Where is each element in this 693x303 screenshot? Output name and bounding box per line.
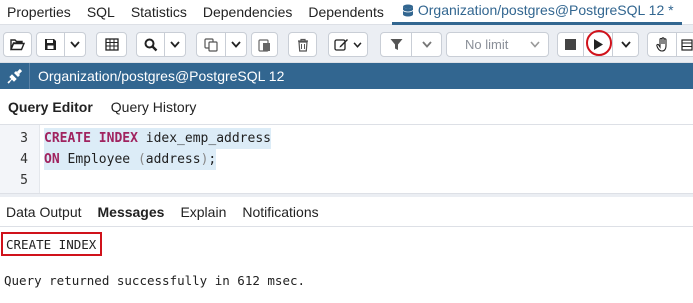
query-toolbar: No limit [0,25,693,63]
plug-icon [6,68,22,84]
chevron-down-icon [530,41,540,48]
tab-notifications[interactable]: Notifications [236,204,328,220]
save-icon [45,39,56,50]
code-line: 4 ON Employee (address); [0,149,693,170]
line-number: 5 [20,173,28,188]
delete-icon [297,38,308,52]
edit-icon [334,39,348,51]
chevron-down-icon [620,41,631,48]
tab-query-editor[interactable]: Query Editor [0,99,103,115]
commit-button[interactable] [647,32,677,57]
hand-icon [655,37,667,52]
messages-panel: CREATE INDEX Query returned successfully… [0,227,693,303]
chevron-down-icon [231,41,241,48]
connection-title: Organization/postgres@PostgreSQL 12 [38,68,285,84]
table-grid-icon [104,38,119,51]
tab-query-history[interactable]: Query History [103,99,207,115]
copy-button[interactable] [196,32,226,57]
line-number: 3 [20,131,28,146]
stop-icon [565,39,576,50]
tab-properties[interactable]: Properties [0,0,79,25]
filter-icon [390,39,402,50]
sql-text: Employee (address); [67,152,217,167]
find-icon [144,38,157,51]
sql-text: idex_emp_address [137,131,271,146]
chevron-down-icon [70,41,80,48]
open-file-button[interactable] [3,32,32,57]
copy-dropdown-button[interactable] [226,32,247,57]
filter-button[interactable] [380,32,412,57]
code-line: 3 CREATE INDEX idex_emp_address [0,128,693,149]
paste-icon [258,38,270,52]
edit-data-grid-button[interactable] [96,32,127,57]
save-button[interactable] [36,32,65,57]
panel-tabs: Properties SQL Statistics Dependencies D… [0,0,693,25]
find-dropdown-button[interactable] [165,32,186,57]
paste-button[interactable] [251,32,278,57]
edit-button[interactable] [328,32,368,57]
row-limit-value: No limit [465,37,509,52]
chevron-down-icon [170,41,180,48]
folder-open-icon [10,39,25,51]
execute-button[interactable] [584,32,613,57]
connection-bar: Organization/postgres@PostgreSQL 12 [0,63,693,89]
tab-dependencies[interactable]: Dependencies [195,0,301,25]
table-grid-icon [680,38,693,51]
message-command: CREATE INDEX [1,232,103,256]
filter-dropdown-button[interactable] [412,32,442,57]
tab-dependents[interactable]: Dependents [300,0,392,25]
tab-query-tool[interactable]: Organization/postgres@PostgreSQL 12 * [391,0,682,25]
tab-query-tool-label: Organization/postgres@PostgreSQL 12 * [417,2,674,18]
stop-button[interactable] [557,32,584,57]
save-dropdown-button[interactable] [65,32,86,57]
row-limit-select[interactable]: No limit [446,32,549,57]
code-line: 5 [0,170,693,191]
editor-tabs: Query Editor Query History [0,89,693,125]
tab-statistics[interactable]: Statistics [123,0,195,25]
line-number: 4 [20,152,28,167]
rollback-button[interactable] [677,32,693,57]
execute-dropdown-button[interactable] [613,32,639,57]
copy-icon [204,37,218,52]
find-button[interactable] [136,32,165,57]
sql-keyword: ON [44,152,60,167]
chevron-down-icon [353,41,362,48]
database-icon [402,4,414,17]
sql-keyword: CREATE INDEX [44,131,138,146]
tab-explain[interactable]: Explain [174,204,236,220]
delete-button[interactable] [288,32,317,57]
tab-messages[interactable]: Messages [92,204,175,220]
run-icon [593,39,603,50]
chevron-down-icon [421,41,432,48]
code-text: ON Employee (address); [44,149,217,170]
tab-data-output[interactable]: Data Output [0,204,92,220]
sql-editor[interactable]: 3 CREATE INDEX idex_emp_address 4 ON Emp… [0,125,693,193]
tab-sql[interactable]: SQL [79,0,123,25]
message-result: Query returned successfully in 612 msec. [4,273,306,288]
code-text: CREATE INDEX idex_emp_address [44,128,271,149]
connection-status-button[interactable] [0,63,30,89]
output-tabs: Data Output Messages Explain Notificatio… [0,197,693,227]
